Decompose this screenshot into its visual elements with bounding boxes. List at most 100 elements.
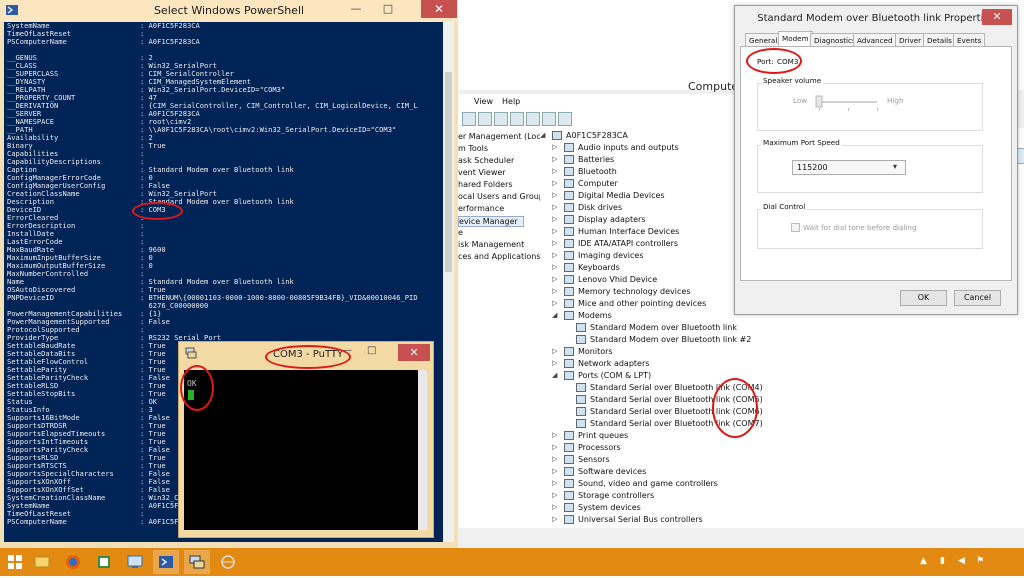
- device-tree-node[interactable]: Keyboards: [564, 262, 620, 273]
- device-tree-node[interactable]: Ports (COM & LPT): [564, 370, 651, 381]
- expand-icon[interactable]: ▷: [552, 299, 557, 307]
- collapse-icon[interactable]: ◢: [540, 131, 545, 139]
- maximize-button[interactable]: □: [375, 2, 401, 16]
- device-tree-node[interactable]: Bluetooth: [564, 166, 617, 177]
- taskbar-powershell[interactable]: [153, 550, 179, 574]
- tray-network-icon[interactable]: ▮: [940, 556, 945, 566]
- device-tree-node[interactable]: Standard Modem over Bluetooth link #2: [576, 334, 751, 345]
- tray-chevron-icon[interactable]: ▲: [920, 556, 927, 566]
- max-port-speed-select[interactable]: 115200 ▾: [792, 160, 906, 175]
- device-tree-node[interactable]: System devices: [564, 502, 641, 513]
- console-tree-item[interactable]: ocal Users and Groups: [458, 192, 540, 201]
- taskbar-firefox[interactable]: [60, 550, 86, 574]
- tray-flag-icon[interactable]: ⚑: [976, 556, 984, 566]
- putty-scrollbar[interactable]: [418, 370, 427, 530]
- expand-icon[interactable]: ▷: [552, 143, 557, 151]
- device-tree-node[interactable]: Modems: [564, 310, 612, 321]
- expand-icon[interactable]: ▷: [552, 443, 557, 451]
- toolbar-uninstall-icon[interactable]: [558, 112, 572, 126]
- expand-icon[interactable]: ▷: [552, 179, 557, 187]
- device-tree-node[interactable]: Print queues: [564, 430, 628, 441]
- cancel-button[interactable]: Cancel: [954, 290, 1001, 306]
- console-tree-item[interactable]: er Management (Local: [458, 132, 540, 141]
- device-tree-node[interactable]: Universal Serial Bus controllers: [564, 514, 703, 525]
- device-tree-node[interactable]: Lenovo Vhid Device: [564, 274, 657, 285]
- toolbar-properties-icon[interactable]: [494, 112, 508, 126]
- expand-icon[interactable]: ▷: [552, 503, 557, 511]
- device-tree-node[interactable]: Sensors: [564, 454, 610, 465]
- speaker-volume-slider[interactable]: [815, 93, 881, 113]
- dialog-close-button[interactable]: ✕: [982, 9, 1012, 25]
- console-tree-item[interactable]: m Tools: [458, 144, 488, 153]
- expand-icon[interactable]: ▷: [552, 455, 557, 463]
- expand-icon[interactable]: ▷: [552, 191, 557, 199]
- expand-icon[interactable]: ▷: [552, 167, 557, 175]
- device-tree-node[interactable]: A0F1C5F283CA: [552, 130, 628, 141]
- toolbar-help-icon[interactable]: [478, 112, 492, 126]
- putty-maximize-button[interactable]: □: [367, 345, 376, 356]
- device-tree-node[interactable]: Memory technology devices: [564, 286, 691, 297]
- expand-icon[interactable]: ▷: [552, 239, 557, 247]
- device-tree-node[interactable]: Monitors: [564, 346, 613, 357]
- taskbar-network[interactable]: [215, 550, 241, 574]
- expand-icon[interactable]: ▷: [552, 215, 557, 223]
- expand-icon[interactable]: ▷: [552, 203, 557, 211]
- expand-icon[interactable]: ▷: [552, 491, 557, 499]
- menu-help[interactable]: Help: [502, 97, 520, 106]
- toolbar-update-icon[interactable]: [526, 112, 540, 126]
- tray-volume-icon[interactable]: ◀: [958, 556, 965, 566]
- toolbar-show-hide-icon[interactable]: [462, 112, 476, 126]
- device-tree-node[interactable]: Storage controllers: [564, 490, 654, 501]
- device-tree-node[interactable]: Imaging devices: [564, 250, 644, 261]
- console-tree-item[interactable]: erformance: [458, 204, 504, 213]
- device-tree-node[interactable]: Audio inputs and outputs: [564, 142, 679, 153]
- expand-icon[interactable]: ▷: [552, 467, 557, 475]
- device-tree-node[interactable]: Standard Modem over Bluetooth link: [576, 322, 737, 333]
- console-tree-item[interactable]: hared Folders: [458, 180, 513, 189]
- taskbar-putty[interactable]: [184, 550, 210, 574]
- expand-icon[interactable]: ▷: [552, 275, 557, 283]
- putty-close-button[interactable]: ✕: [398, 344, 430, 361]
- console-tree-item[interactable]: ces and Applications: [458, 252, 540, 261]
- tab-modem[interactable]: Modem: [778, 31, 813, 47]
- expand-icon[interactable]: ▷: [552, 155, 557, 163]
- expand-icon[interactable]: ▷: [552, 359, 557, 367]
- console-tree-item[interactable]: ask Scheduler: [458, 156, 514, 165]
- console-tree-item[interactable]: evice Manager: [458, 216, 524, 227]
- device-tree-node[interactable]: Software devices: [564, 466, 646, 477]
- device-tree-node[interactable]: Digital Media Devices: [564, 190, 665, 201]
- device-tree-node[interactable]: Computer: [564, 178, 618, 189]
- console-tree-item[interactable]: e: [458, 228, 463, 237]
- device-tree-node[interactable]: Mice and other pointing devices: [564, 298, 706, 309]
- expand-icon[interactable]: ▷: [552, 431, 557, 439]
- taskbar-file-explorer[interactable]: [29, 550, 55, 574]
- expand-icon[interactable]: ▷: [552, 227, 557, 235]
- menu-view[interactable]: View: [474, 97, 493, 106]
- expand-icon[interactable]: ▷: [552, 287, 557, 295]
- device-tree-node[interactable]: Display adapters: [564, 214, 646, 225]
- device-tree-node[interactable]: Disk drives: [564, 202, 622, 213]
- device-tree-node[interactable]: IDE ATA/ATAPI controllers: [564, 238, 678, 249]
- powershell-scroll-thumb[interactable]: [445, 72, 452, 272]
- device-tree-node[interactable]: Sound, video and game controllers: [564, 478, 718, 489]
- collapse-icon[interactable]: ◢: [552, 311, 557, 319]
- device-tree-node[interactable]: Network adapters: [564, 358, 649, 369]
- close-button[interactable]: ✕: [421, 0, 457, 18]
- ok-button[interactable]: OK: [900, 290, 947, 306]
- expand-icon[interactable]: ▷: [552, 263, 557, 271]
- putty-terminal[interactable]: OK: [184, 370, 418, 530]
- console-tree-item[interactable]: vent Viewer: [458, 168, 506, 177]
- console-tree-item[interactable]: isk Management: [458, 240, 524, 249]
- toolbar-scan-icon[interactable]: [510, 112, 524, 126]
- expand-icon[interactable]: ▷: [552, 251, 557, 259]
- start-icon[interactable]: [8, 555, 22, 569]
- device-tree-node[interactable]: Batteries: [564, 154, 614, 165]
- device-tree-node[interactable]: Processors: [564, 442, 621, 453]
- expand-icon[interactable]: ▷: [552, 515, 557, 523]
- collapse-icon[interactable]: ◢: [552, 371, 557, 379]
- expand-icon[interactable]: ▷: [552, 479, 557, 487]
- toolbar-disable-icon[interactable]: [542, 112, 556, 126]
- taskbar-remote-desktop[interactable]: [122, 550, 148, 574]
- expand-icon[interactable]: ▷: [552, 347, 557, 355]
- minimize-button[interactable]: —: [343, 2, 369, 16]
